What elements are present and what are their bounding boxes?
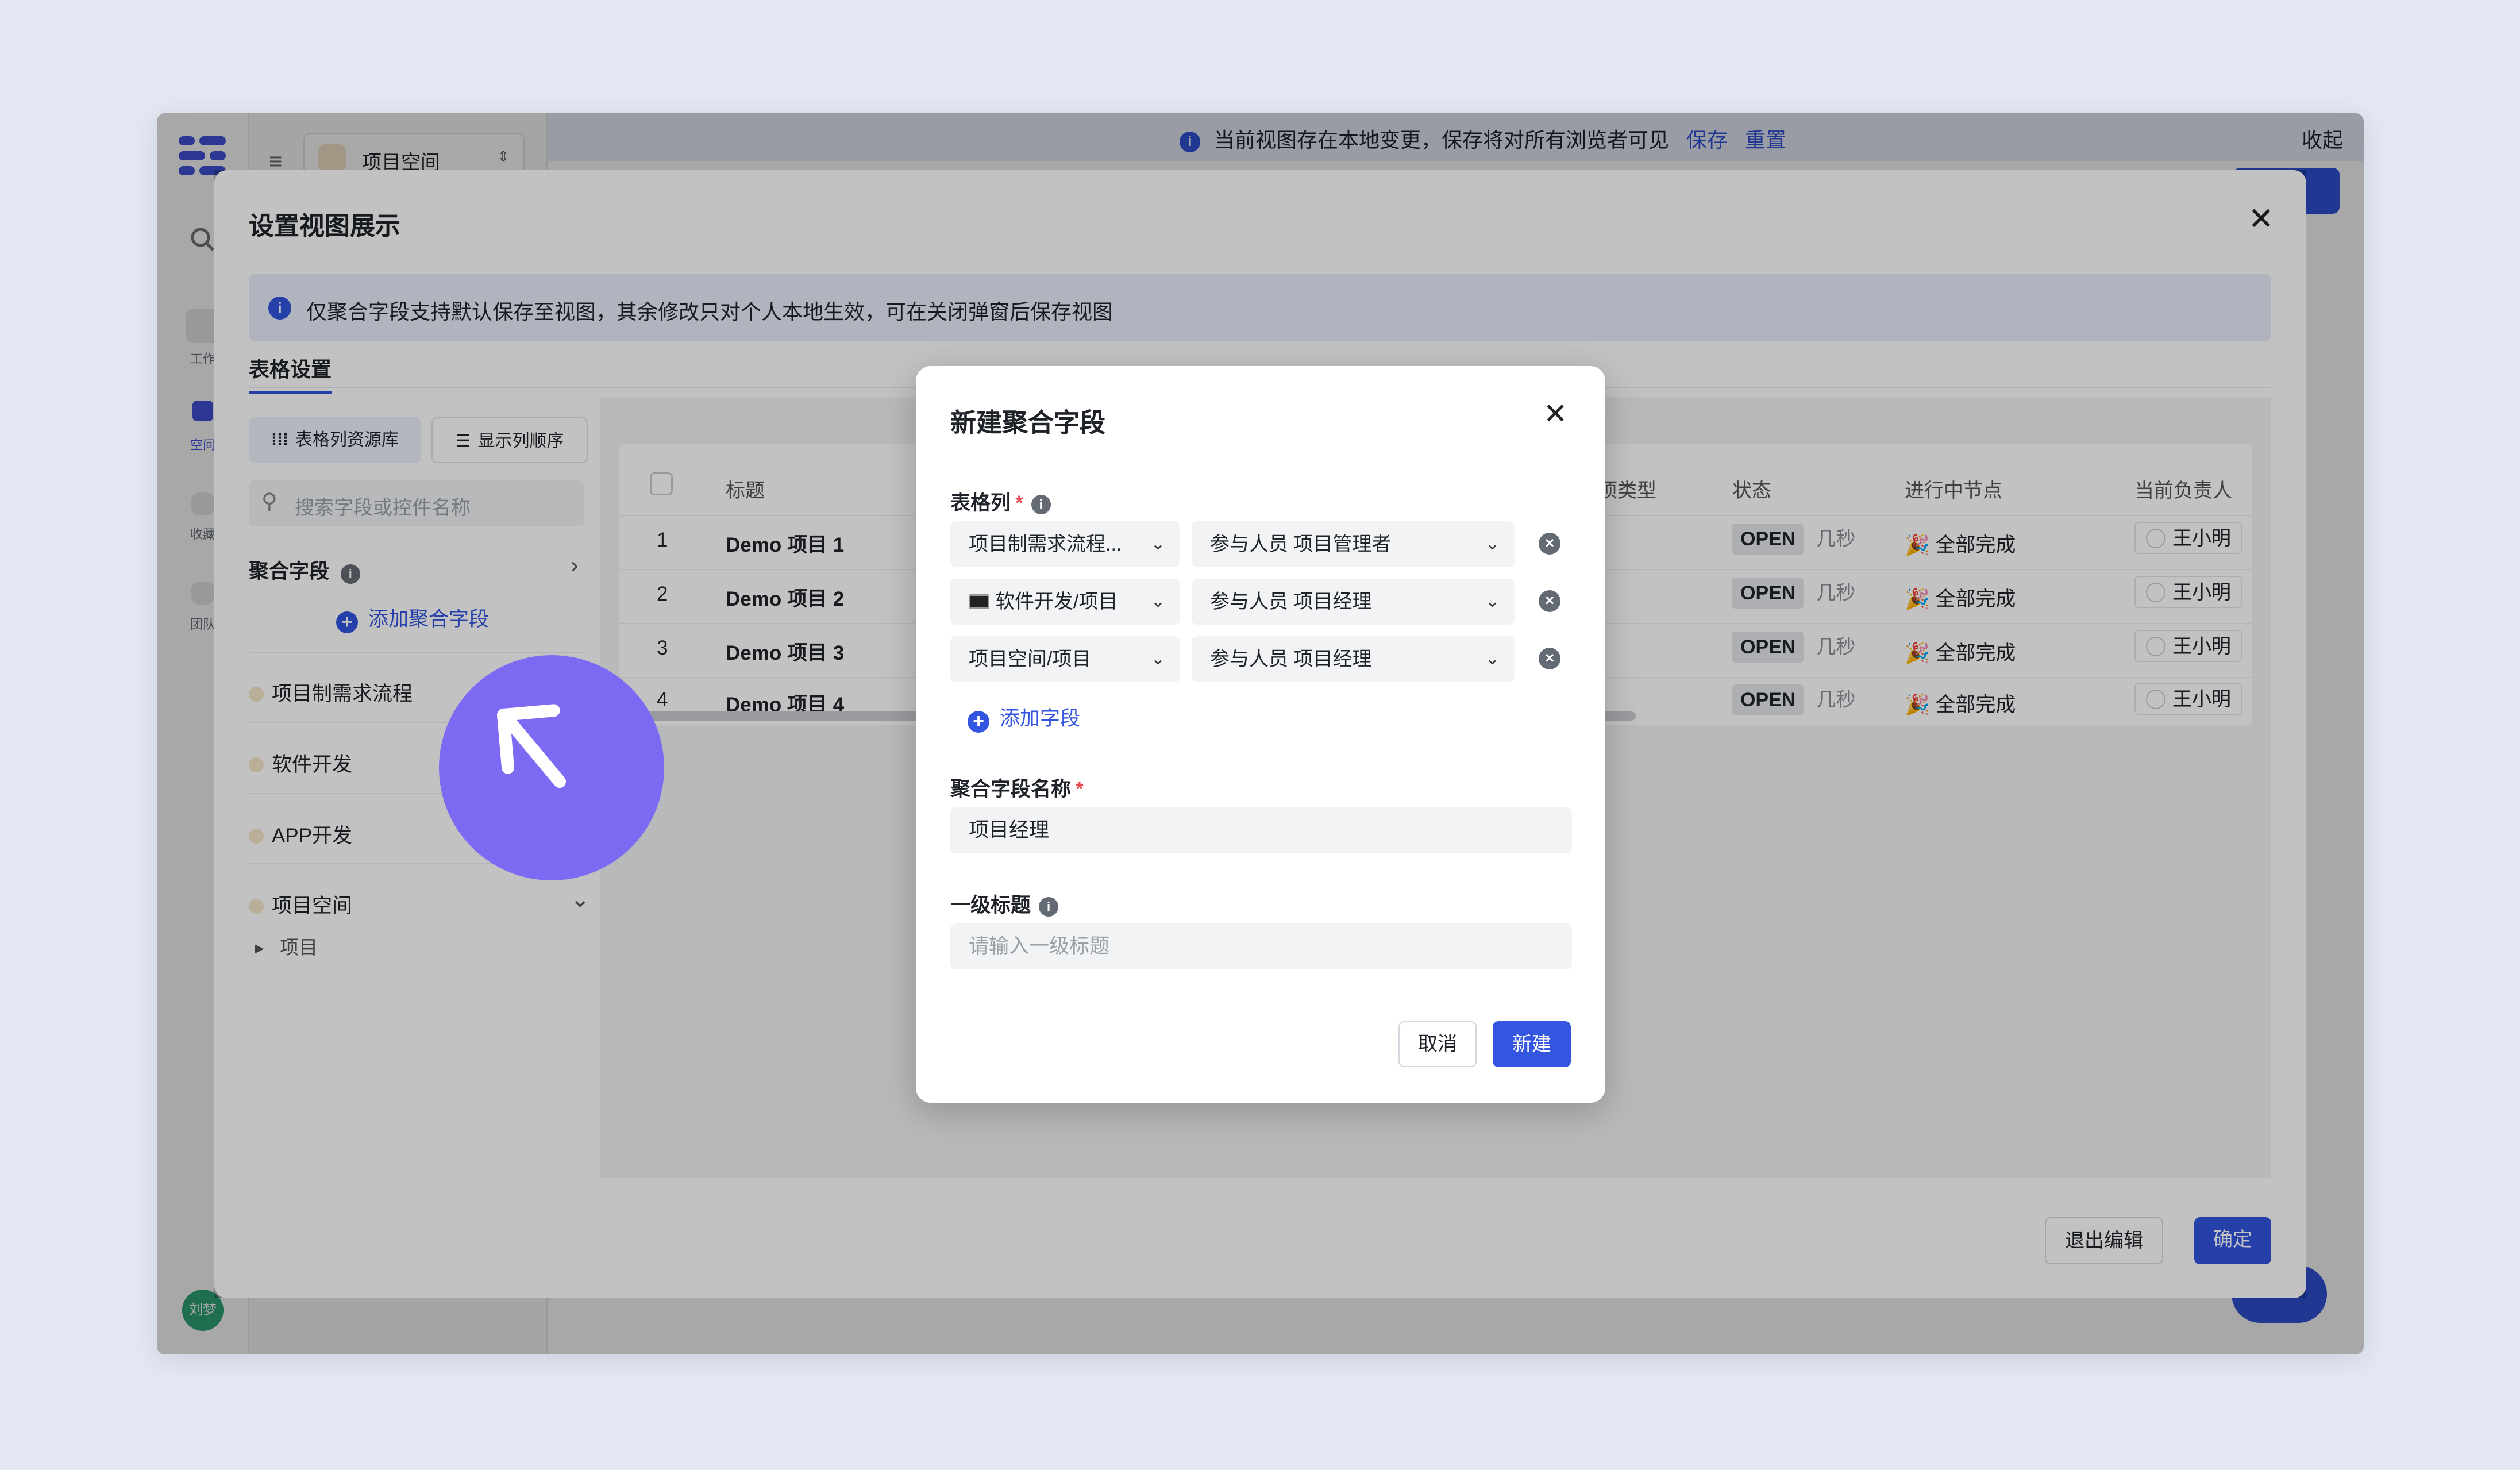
chevron-down-icon: ⌄ — [1485, 649, 1500, 668]
modal-title: 新建聚合字段 — [950, 408, 1106, 437]
chevron-down-icon: ⌄ — [1150, 649, 1165, 668]
field-select[interactable]: 参与人员 项目经理 ⌄ — [1192, 636, 1515, 682]
laptop-icon — [969, 594, 989, 609]
columns-label: 表格列 * i — [950, 487, 1051, 516]
source-select[interactable]: 项目制需求流程... ⌄ — [950, 521, 1180, 567]
plus-icon: + — [968, 711, 989, 733]
chevron-down-icon: ⌄ — [1485, 534, 1500, 553]
source-select[interactable]: 项目空间/项目 ⌄ — [950, 636, 1180, 682]
source-select[interactable]: 软件开发/项目 ⌄ — [950, 579, 1180, 625]
chevron-down-icon: ⌄ — [1485, 592, 1500, 611]
chevron-down-icon: ⌄ — [1150, 592, 1165, 611]
remove-row-icon[interactable]: × — [1539, 590, 1560, 612]
agg-name-label: 聚合字段名称 * — [950, 778, 1084, 801]
field-select[interactable]: 参与人员 项目经理 ⌄ — [1192, 579, 1515, 625]
remove-row-icon[interactable]: × — [1539, 648, 1560, 669]
new-agg-field-modal: 新建聚合字段 ✕ 表格列 * i 项目制需求流程... ⌄ 参与人员 项目管理者 ⌄ ×… — [916, 366, 1605, 1103]
agg-name-input[interactable]: 项目经理 — [950, 807, 1572, 853]
heading-input[interactable]: 请输入一级标题 — [950, 923, 1572, 969]
cancel-button[interactable]: 取消 — [1398, 1021, 1477, 1067]
add-field-button[interactable]: + 添加字段 — [968, 702, 1080, 733]
create-button[interactable]: 新建 — [1493, 1021, 1571, 1067]
close-icon[interactable]: ✕ — [1543, 399, 1567, 428]
chevron-down-icon: ⌄ — [1150, 534, 1165, 553]
field-select[interactable]: 参与人员 项目管理者 ⌄ — [1192, 521, 1515, 567]
heading-label: 一级标题 i — [950, 889, 1059, 918]
info-icon: i — [1031, 495, 1051, 514]
info-icon: i — [1039, 897, 1059, 917]
cursor-indicator-icon — [439, 655, 664, 880]
remove-row-icon[interactable]: × — [1539, 533, 1560, 555]
